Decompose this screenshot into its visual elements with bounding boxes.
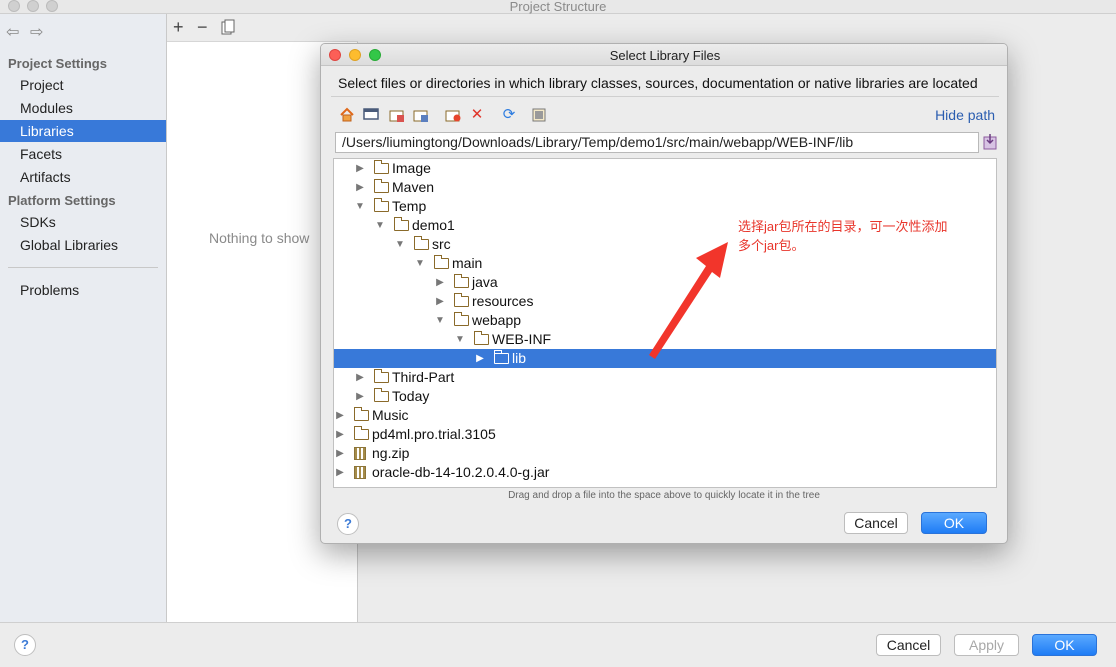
annotation-arrow [649, 242, 728, 359]
annotation-line-2: 多个jar包。 [738, 238, 805, 253]
annotation-line-1: 选择jar包所在的目录，可一次性添加 [738, 219, 948, 234]
annotation-text: 选择jar包所在的目录，可一次性添加 多个jar包。 [738, 217, 978, 255]
